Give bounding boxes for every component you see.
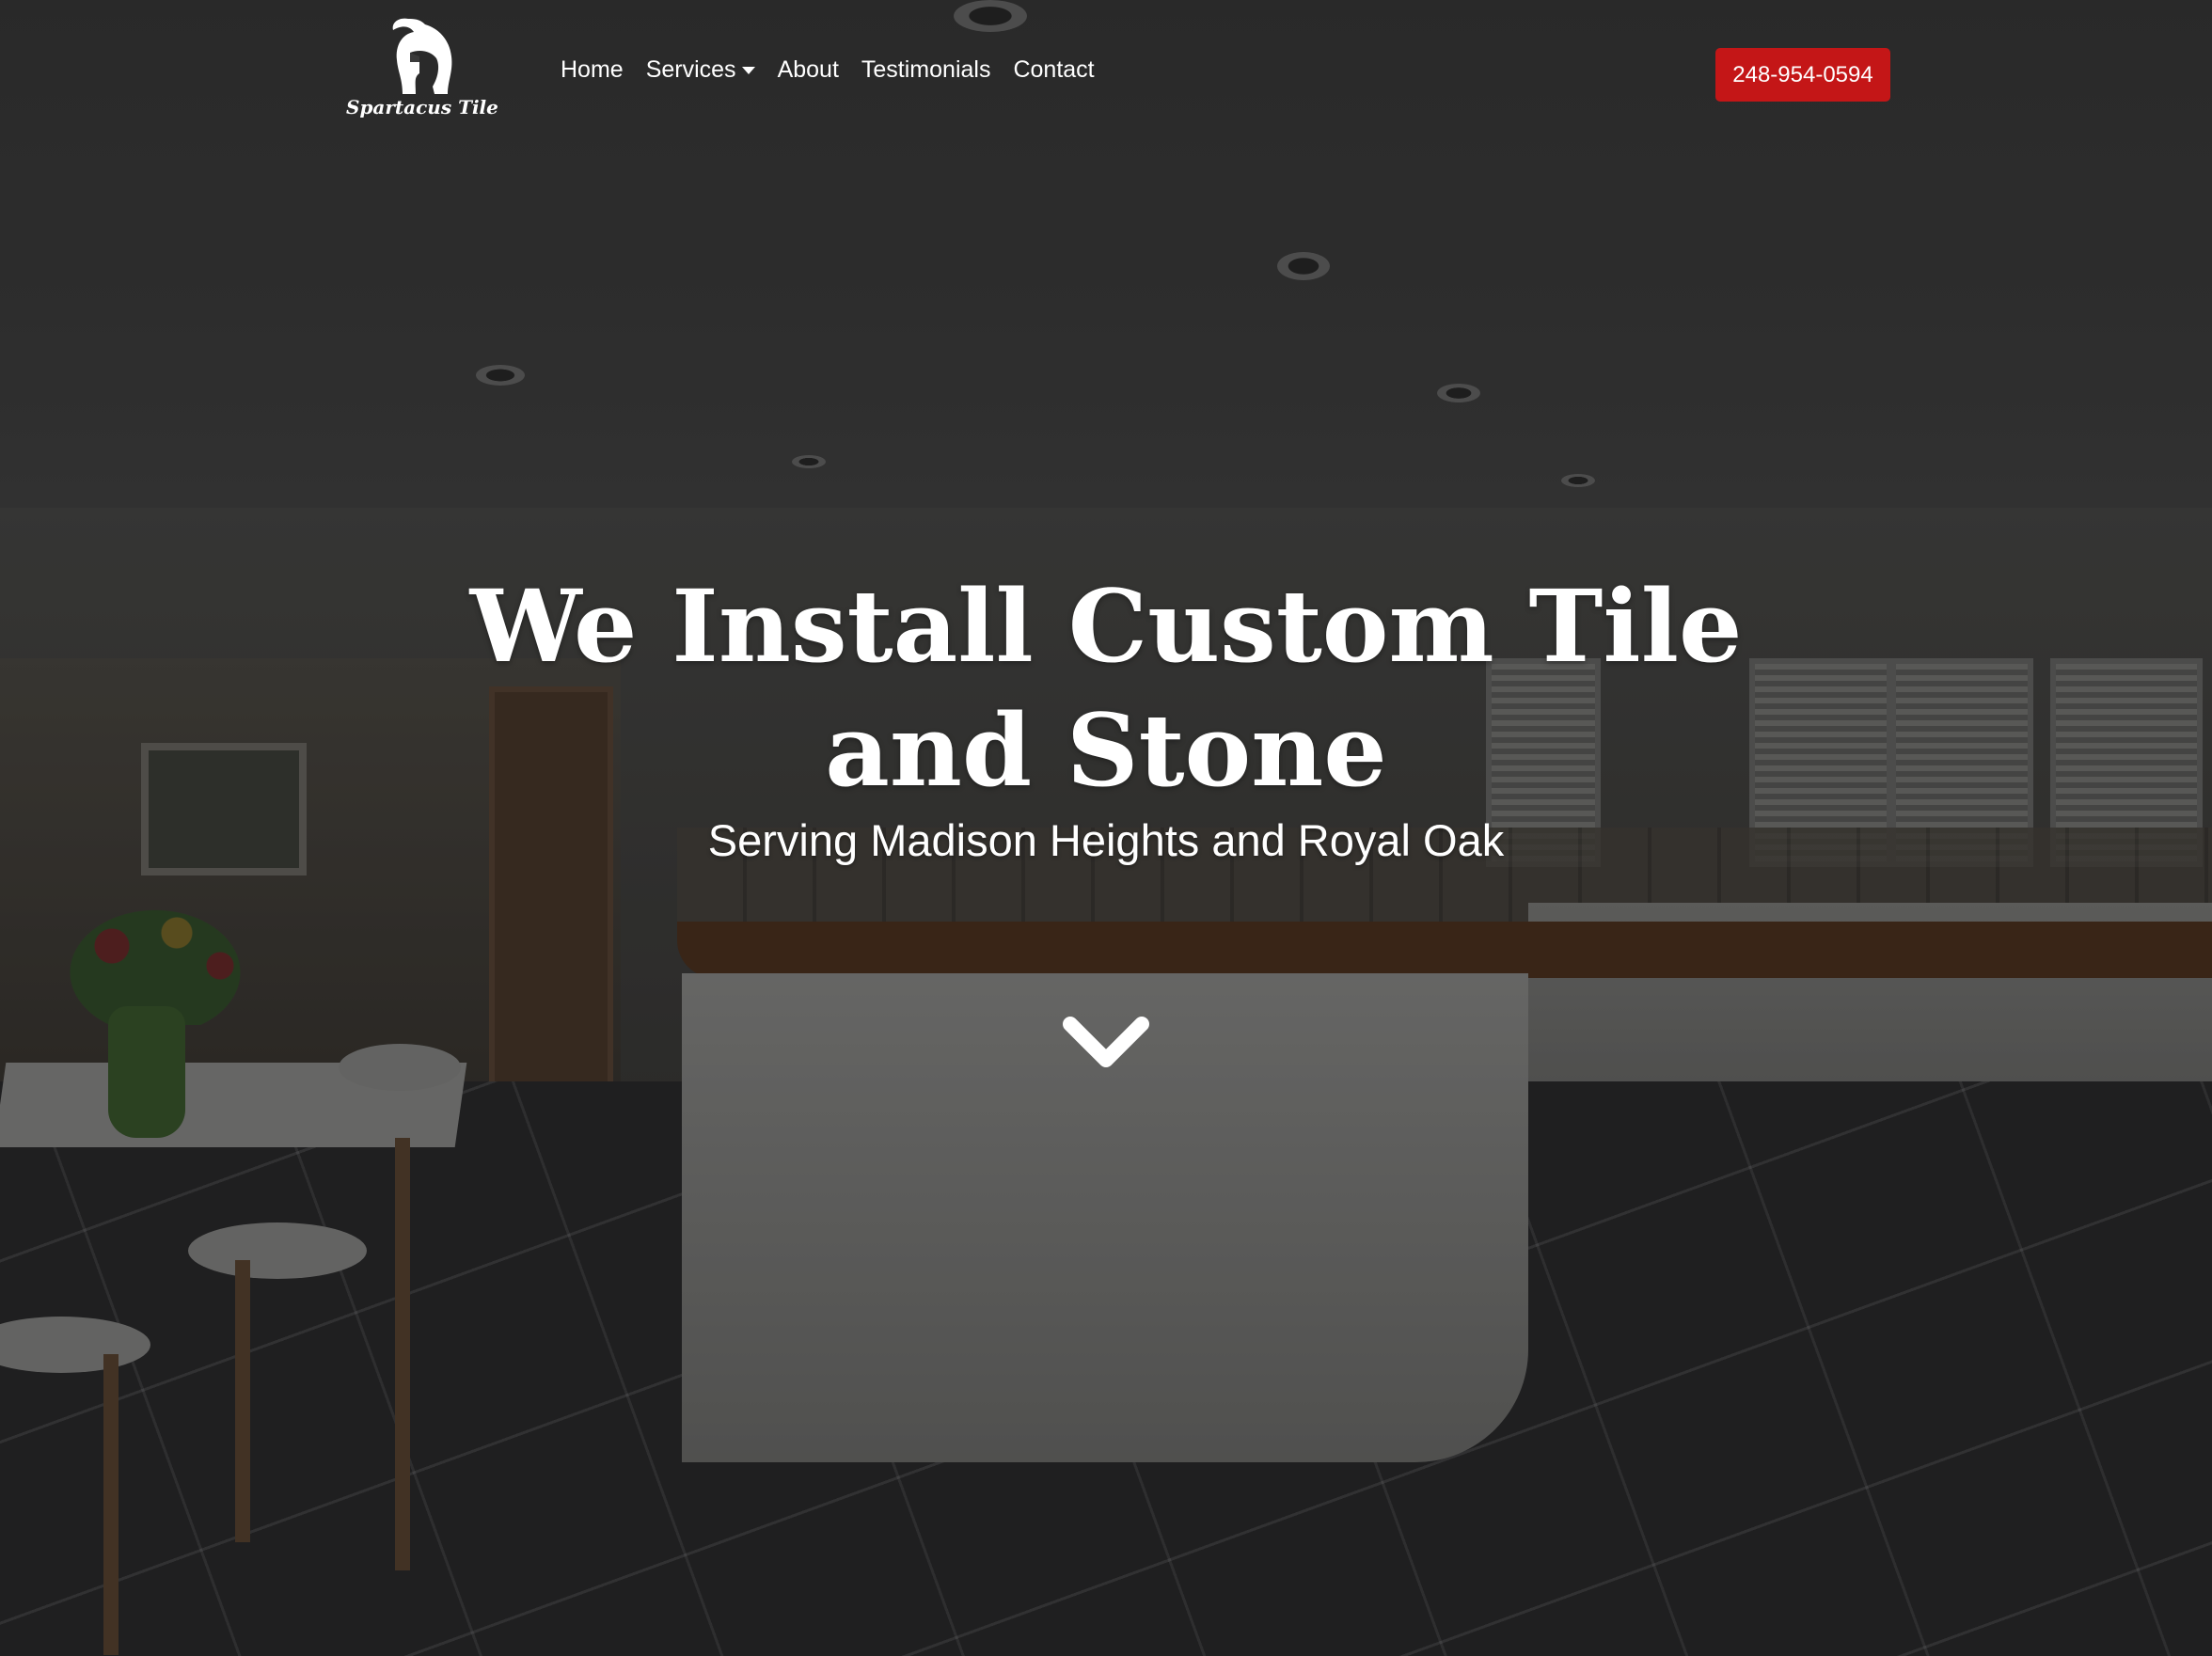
hero-subtitle: Serving Madison Heights and Royal Oak (707, 815, 1505, 865)
hero-title: We Install Custom Tile and Stone (469, 567, 1743, 809)
nav-menu: Home Services About Testimonials Contact (549, 56, 1106, 84)
nav-item-contact[interactable]: Contact (1002, 56, 1105, 84)
brand-logo[interactable]: Spartacus Tile (346, 15, 498, 126)
nav-item-services[interactable]: Services (635, 56, 766, 84)
phone-call-button[interactable]: 248-954-0594 (1715, 48, 1890, 102)
navbar: Spartacus Tile Home Services About Testi… (0, 0, 2212, 150)
caret-down-icon (741, 67, 755, 75)
chevron-down-icon (1063, 1017, 1149, 1067)
nav-item-testimonials[interactable]: Testimonials (850, 56, 1003, 84)
scroll-down-button[interactable] (1061, 1011, 1151, 1077)
nav-item-services-label: Services (645, 56, 736, 83)
spartan-helmet-icon (392, 18, 452, 95)
nav-item-home[interactable]: Home (549, 56, 635, 84)
hero-section: Spartacus Tile Home Services About Testi… (0, 0, 2212, 1656)
brand-name: Spartacus Tile (346, 96, 498, 118)
nav-item-about[interactable]: About (766, 56, 850, 84)
